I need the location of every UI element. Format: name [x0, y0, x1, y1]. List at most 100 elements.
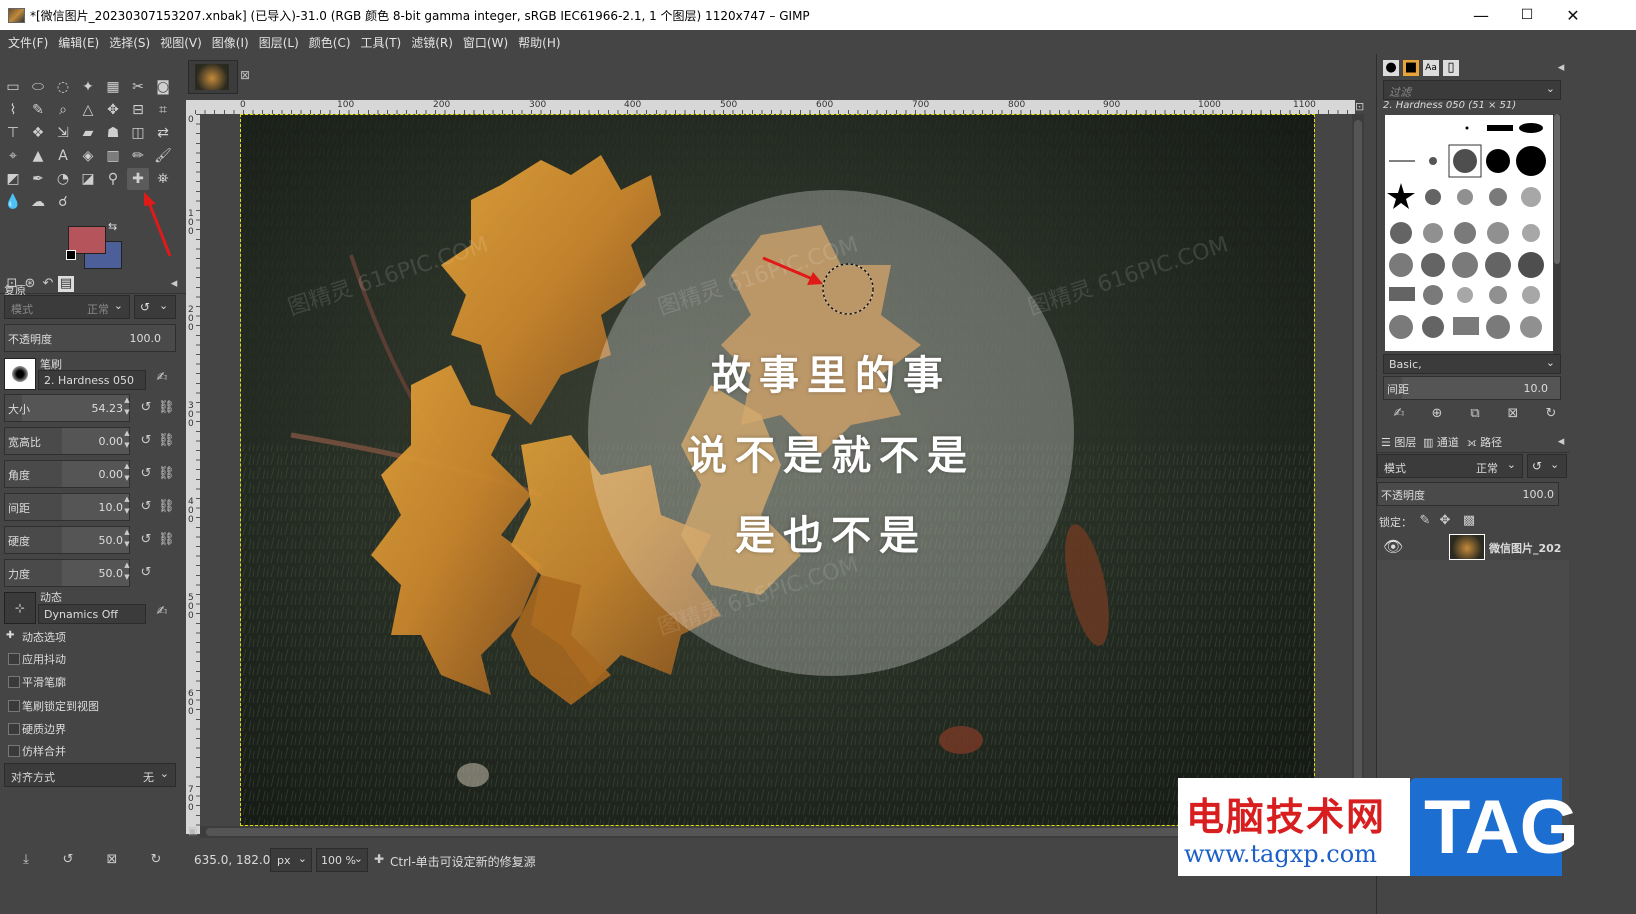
image-canvas[interactable]: 图精灵 616PIC.COM 图精灵 616PIC.COM 图精灵 616PIC… [241, 115, 1314, 825]
images-tab-icon[interactable]: ▤ [58, 276, 74, 292]
mode-reset-button[interactable]: ↺ ⌄ [134, 295, 176, 319]
lock-alpha-icon[interactable]: ▩ [1461, 513, 1477, 529]
fill-tool-icon[interactable]: ◈ [77, 145, 99, 167]
quick-mask-icon[interactable]: ▣ [188, 826, 197, 837]
paintbrush-tool-icon[interactable]: 🖌 [152, 145, 174, 167]
mypaint-brush-tool-icon[interactable]: ◪ [77, 168, 99, 190]
reset-icon[interactable]: ↺ [138, 532, 154, 548]
reset-options-icon[interactable]: ↻ [148, 852, 164, 868]
hardness-slider[interactable]: 硬度 50.0 [4, 526, 130, 554]
menu-help[interactable]: 帮助(H) [513, 34, 565, 51]
airbrush-tool-icon[interactable]: ✒ [27, 168, 49, 190]
free-select-tool-icon[interactable]: ◌ [52, 76, 74, 98]
edit-dynamics-icon[interactable]: ✍ [154, 604, 170, 620]
align-tool-icon[interactable]: ⊟ [127, 99, 149, 121]
eraser-tool-icon[interactable]: ◩ [2, 168, 24, 190]
dock-menu-icon[interactable]: ◂ [1553, 60, 1569, 76]
unit-select[interactable]: px ⌄ [270, 848, 312, 872]
spacing-slider[interactable]: 间距 10.0 [4, 493, 130, 521]
close-button[interactable]: ✕ [1550, 0, 1596, 30]
expander-plus-icon[interactable]: ✚ [6, 630, 14, 641]
edit-brush-icon[interactable]: ✍ [1391, 406, 1407, 422]
smudge-tool-icon[interactable]: ☁ [27, 191, 49, 213]
layer-opacity-slider[interactable]: 不透明度 100.0 [1377, 482, 1559, 506]
fuzzy-select-tool-icon[interactable]: ✦ [77, 76, 99, 98]
zoom-select[interactable]: 100 % ⌄ [316, 848, 368, 872]
paths-tab[interactable]: ⟗ 路径 [1467, 434, 1502, 450]
dynamics-options-label[interactable]: 动态选项 [22, 629, 66, 645]
heal-tool-icon[interactable]: ✚ [127, 168, 149, 190]
link-icon[interactable]: ⛓ [158, 466, 175, 482]
menu-file[interactable]: 文件(F) [3, 34, 53, 51]
new-brush-icon[interactable]: ⊕ [1429, 406, 1445, 422]
dock-menu-icon[interactable]: ◂ [166, 276, 182, 292]
menu-filters[interactable]: 滤镜(R) [406, 34, 458, 51]
menu-select[interactable]: 选择(S) [104, 34, 155, 51]
angle-spinner[interactable]: ▲ ▼ [122, 460, 132, 488]
handle-transform-tool-icon[interactable]: ⌖ [2, 145, 24, 167]
menu-view[interactable]: 视图(V) [155, 34, 207, 51]
ink-tool-icon[interactable]: ◔ [52, 168, 74, 190]
brush-spacing-slider[interactable]: 间距 10.0 [1383, 376, 1561, 400]
reset-icon[interactable]: ↺ [138, 499, 154, 515]
document-history-tab-icon[interactable]: ▯ [1443, 60, 1459, 76]
sample-merged-checkbox[interactable] [8, 745, 20, 757]
dynamics-select[interactable]: Dynamics Off [38, 604, 146, 624]
crop-tool-icon[interactable]: ⌗ [152, 99, 174, 121]
link-icon[interactable]: ⛓ [158, 532, 175, 548]
link-icon[interactable]: ⛓ [158, 499, 175, 515]
perspective-tool-icon[interactable]: ◫ [127, 122, 149, 144]
bucket-fill-tool-icon[interactable]: ▲ [27, 145, 49, 167]
image-tab[interactable] [188, 60, 238, 94]
layer-mode-reset-button[interactable]: ↺ ⌄ [1527, 454, 1567, 478]
edit-brush-icon[interactable]: ✍ [154, 370, 170, 386]
swap-colors-icon[interactable]: ⇆ [108, 220, 117, 233]
brush-grid[interactable] [1385, 115, 1553, 351]
undo-history-tab-icon[interactable]: ↶ [40, 276, 56, 292]
force-spinner[interactable]: ▲ ▼ [122, 559, 132, 587]
minimize-button[interactable]: — [1458, 0, 1504, 30]
move-tool-icon[interactable]: ✥ [102, 99, 124, 121]
clone-tool-icon[interactable]: ⚲ [102, 168, 124, 190]
reset-icon[interactable]: ↺ [138, 565, 154, 581]
paths-tool-icon[interactable]: ⌇ [2, 99, 24, 121]
hardness-spinner[interactable]: ▲ ▼ [122, 526, 132, 554]
size-spinner[interactable]: ▲ ▼ [122, 394, 132, 422]
mode-select[interactable]: 模式 正常 ⌄ [4, 295, 130, 319]
save-options-icon[interactable]: ⤓ [18, 852, 34, 868]
dodge-burn-tool-icon[interactable]: ☌ [52, 191, 74, 213]
link-icon[interactable]: ⛓ [158, 433, 175, 449]
pencil-tool-icon[interactable]: ✏ [127, 145, 149, 167]
menu-image[interactable]: 图像(I) [207, 34, 254, 51]
delete-brush-icon[interactable]: ⊠ [1505, 406, 1521, 422]
brush-preview[interactable] [4, 358, 36, 390]
scale-tool-icon[interactable]: ⇲ [52, 122, 74, 144]
perspective-clone-tool-icon[interactable]: ⛯ [152, 168, 174, 190]
lock-position-icon[interactable]: ✥ [1437, 513, 1453, 529]
force-slider[interactable]: 力度 50.0 [4, 559, 130, 587]
layer-mode-select[interactable]: 模式 正常 ⌄ [1377, 454, 1523, 478]
reset-icon[interactable]: ↺ [138, 433, 154, 449]
channels-tab[interactable]: ▥ 通道 [1423, 434, 1459, 450]
lock-pixels-icon[interactable]: ✎ [1417, 513, 1433, 529]
brush-grid-scrollbar[interactable] [1553, 114, 1561, 354]
duplicate-brush-icon[interactable]: ⧉ [1467, 406, 1483, 422]
angle-slider[interactable]: 角度 0.00 [4, 460, 130, 488]
layers-tab[interactable]: ☰ 图层 [1381, 434, 1416, 450]
brush-filter-input[interactable]: 过滤 ⌄ [1383, 80, 1561, 100]
gradient-tool-icon[interactable]: ▥ [102, 145, 124, 167]
cage-transform-tool-icon[interactable]: ☗ [102, 122, 124, 144]
brush-tag-select[interactable]: Basic, ⌄ [1383, 354, 1561, 374]
refresh-brushes-icon[interactable]: ↻ [1543, 406, 1559, 422]
measure-tool-icon[interactable]: △ [77, 99, 99, 121]
text-tool-icon[interactable]: A [52, 145, 74, 167]
delete-options-icon[interactable]: ⊠ [104, 852, 120, 868]
shear-tool-icon[interactable]: ▰ [77, 122, 99, 144]
blur-tool-icon[interactable]: 💧 [2, 191, 24, 213]
flip-tool-icon[interactable]: ⇄ [152, 122, 174, 144]
foreground-select-tool-icon[interactable]: ◙ [152, 76, 174, 98]
lock-brush-to-view-checkbox[interactable] [8, 700, 20, 712]
aspect-spinner[interactable]: ▲ ▼ [122, 427, 132, 455]
dynamics-icon[interactable]: ⊹ [4, 592, 36, 624]
color-picker-tool-icon[interactable]: ✎ [27, 99, 49, 121]
